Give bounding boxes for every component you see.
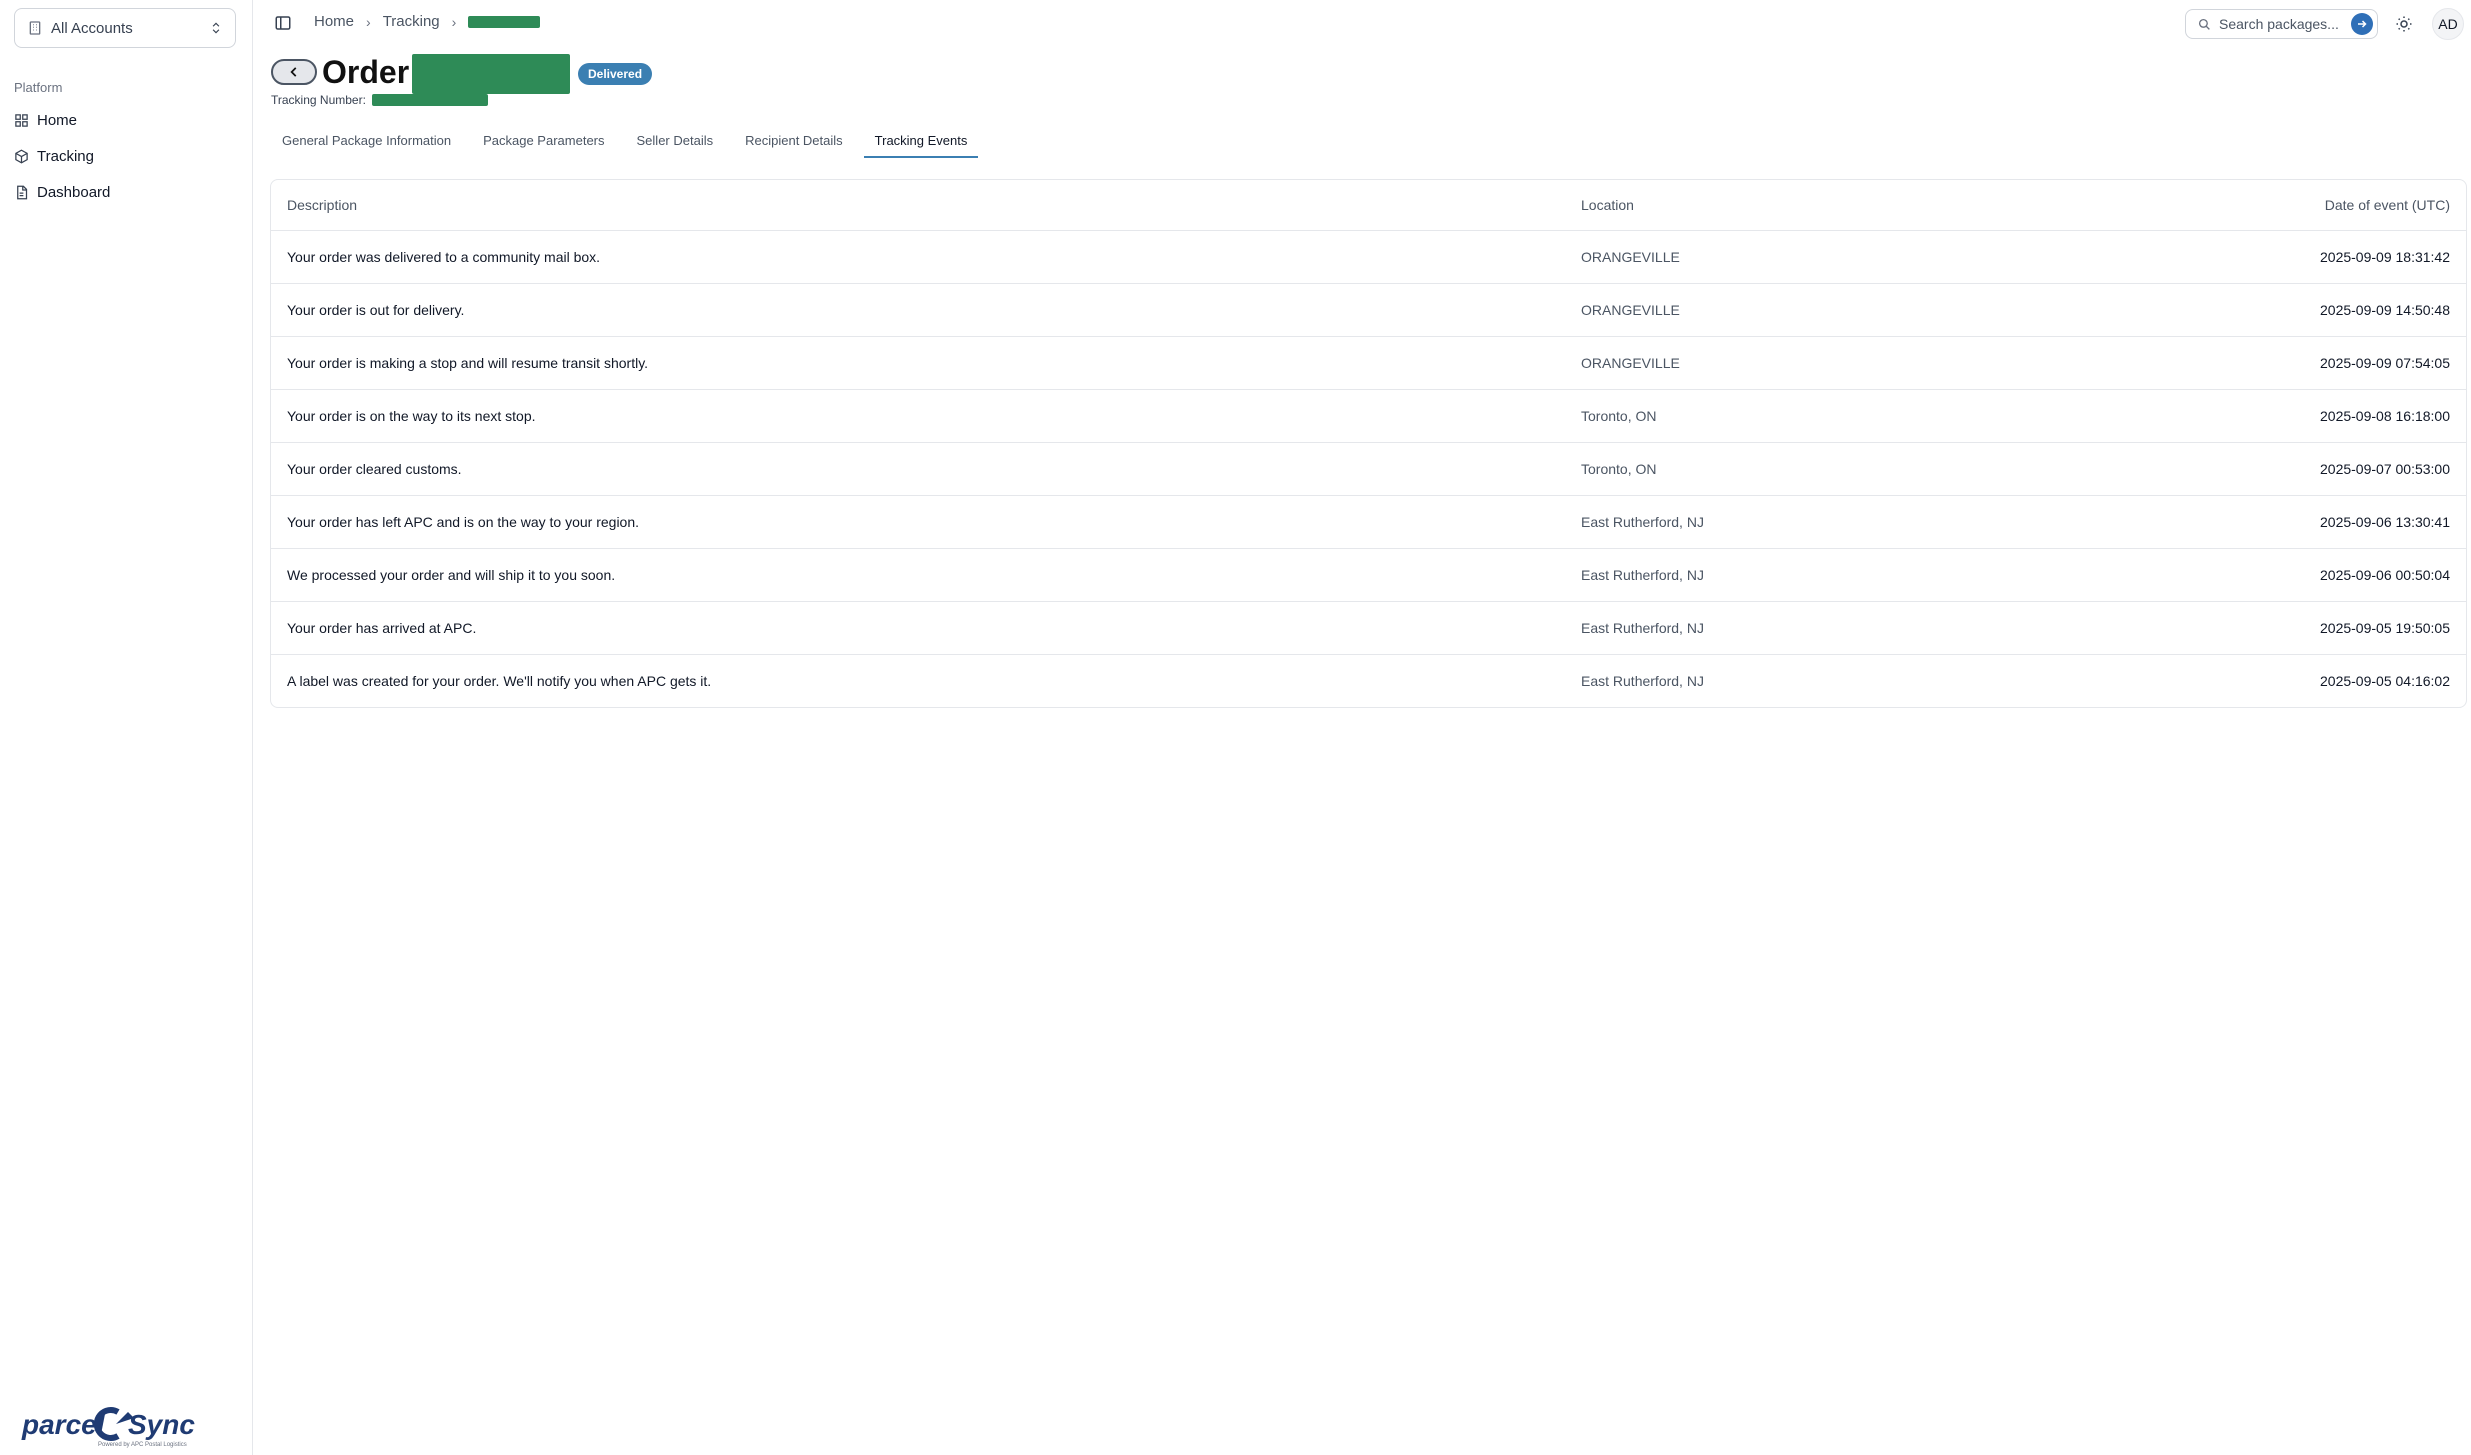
event-location: Toronto, ON [1581, 389, 1986, 443]
column-header-date: Date of event (UTC) [1985, 180, 2466, 231]
breadcrumb-home[interactable]: Home [314, 13, 354, 30]
svg-text:Sync: Sync [128, 1409, 195, 1440]
page-title: Order [322, 54, 410, 90]
event-date: 2025-09-05 19:50:05 [1985, 601, 2466, 655]
tab-recipient-details[interactable]: Recipient Details [734, 128, 854, 158]
event-description: Your order is out for delivery. [271, 283, 1581, 337]
back-button[interactable] [271, 59, 317, 85]
tracking-number-redacted [371, 94, 488, 106]
event-description: Your order cleared customs. [271, 442, 1581, 496]
chevron-right-icon: › [451, 13, 457, 30]
event-location: East Rutherford, NJ [1581, 672, 1704, 689]
table-row: Your order has left APC and is on the wa… [271, 495, 2466, 549]
event-location: Toronto, ON [1581, 442, 1986, 496]
chevron-up-down-icon [212, 22, 220, 34]
sidebar-item-label: Dashboard [37, 183, 111, 201]
event-date: 2025-09-08 16:18:00 [1985, 389, 2466, 443]
event-date: 2025-09-09 18:31:42 [1985, 230, 2466, 284]
sidebar-toggle-icon[interactable] [274, 14, 292, 32]
event-description: Your order is on the way to its next sto… [271, 389, 1581, 443]
tab-seller-details[interactable]: Seller Details [626, 128, 725, 158]
theme-toggle-sun-icon[interactable] [2395, 15, 2413, 33]
tab-general-package-information[interactable]: General Package Information [271, 128, 462, 158]
breadcrumb-current-redacted [468, 15, 541, 28]
sidebar-item-home[interactable]: Home [14, 108, 77, 132]
sidebar-item-label: Home [37, 111, 78, 129]
event-date: 2025-09-06 00:50:04 [1985, 548, 2466, 602]
sidebar-item-tracking[interactable]: Tracking [14, 144, 94, 168]
search-icon [2198, 18, 2210, 30]
sidebar-item-label: Tracking [37, 147, 94, 165]
svg-text:Powered by APC Postal Logistic: Powered by APC Postal Logistics [98, 1442, 187, 1448]
order-id-redacted [412, 54, 570, 94]
event-location: East Rutherford, NJ [1581, 548, 1986, 602]
event-date: 2025-09-05 04:16:02 [2320, 672, 2450, 689]
detail-tabs: General Package Information Package Para… [271, 128, 988, 158]
tracking-events-table: Description Location Date of event (UTC)… [270, 179, 2467, 708]
tab-tracking-events[interactable]: Tracking Events [863, 128, 979, 158]
breadcrumb-tracking[interactable]: Tracking [383, 13, 440, 30]
tab-package-parameters[interactable]: Package Parameters [472, 128, 615, 158]
topbar: Home › Tracking › AD [254, 0, 2471, 48]
event-location: ORANGEVILLE [1581, 283, 1986, 337]
event-date: 2025-09-07 00:53:00 [1985, 442, 2466, 496]
table-row: Your order cleared customs. Toronto, ON … [271, 442, 2466, 496]
parcelsync-logo: parcel Sync Powered by APC Postal Logist… [21, 1407, 195, 1448]
event-date: 2025-09-09 14:50:48 [1985, 283, 2466, 337]
building-icon [29, 21, 41, 35]
status-badge: Delivered [578, 63, 653, 85]
svg-text:parcel: parcel [21, 1409, 106, 1440]
document-icon [17, 185, 28, 199]
event-description: Your order has left APC and is on the wa… [271, 495, 1581, 549]
event-description: Your order is making a stop and will res… [271, 336, 1581, 390]
table-header-row: Description Location Date of event (UTC) [271, 180, 2466, 231]
event-location: East Rutherford, NJ [1581, 601, 1986, 655]
event-description: Your order was delivered to a community … [271, 230, 1581, 284]
account-selector[interactable]: All Accounts [14, 8, 236, 48]
table-row: Your order was delivered to a community … [271, 230, 2466, 284]
sidebar: All Accounts Platform Home Tracking Dash… [0, 0, 253, 1455]
table-row: A label was created for your order. We'l… [271, 654, 2466, 707]
column-header-description: Description [271, 180, 1581, 231]
search-input[interactable] [2219, 16, 2339, 32]
event-date: 2025-09-09 07:54:05 [1985, 336, 2466, 390]
tracking-number: Tracking Number: [271, 93, 488, 107]
chevron-left-icon [290, 67, 297, 77]
grid-icon [15, 113, 28, 127]
table-row: Your order has arrived at APC. East Ruth… [271, 601, 2466, 655]
breadcrumb: Home › Tracking › [314, 13, 541, 30]
event-description: Your order has arrived at APC. [271, 601, 1581, 655]
sidebar-item-dashboard[interactable]: Dashboard [14, 180, 110, 204]
arrow-right-icon [2358, 20, 2367, 28]
event-location: ORANGEVILLE [1581, 336, 1986, 390]
table-row: Your order is out for delivery. ORANGEVI… [271, 283, 2466, 337]
table-row: Your order is making a stop and will res… [271, 336, 2466, 390]
event-location: ORANGEVILLE [1581, 230, 1986, 284]
event-date: 2025-09-06 13:30:41 [1985, 495, 2466, 549]
event-location: East Rutherford, NJ [1581, 495, 1986, 549]
user-avatar[interactable]: AD [2432, 8, 2464, 40]
package-icon [15, 149, 28, 163]
table-row: We processed your order and will ship it… [271, 548, 2466, 602]
chevron-right-icon: › [366, 13, 371, 30]
sidebar-group-label: Platform [14, 80, 63, 95]
table-row: Your order is on the way to its next sto… [271, 389, 2466, 443]
event-description: A label was created for your order. We'l… [287, 672, 712, 689]
tracking-number-label: Tracking Number: [271, 93, 366, 107]
account-selector-label: All Accounts [51, 19, 133, 37]
search-submit-button[interactable] [2351, 13, 2373, 35]
search-box [2185, 9, 2378, 39]
column-header-location: Location [1581, 180, 1986, 231]
event-description: We processed your order and will ship it… [271, 548, 1581, 602]
